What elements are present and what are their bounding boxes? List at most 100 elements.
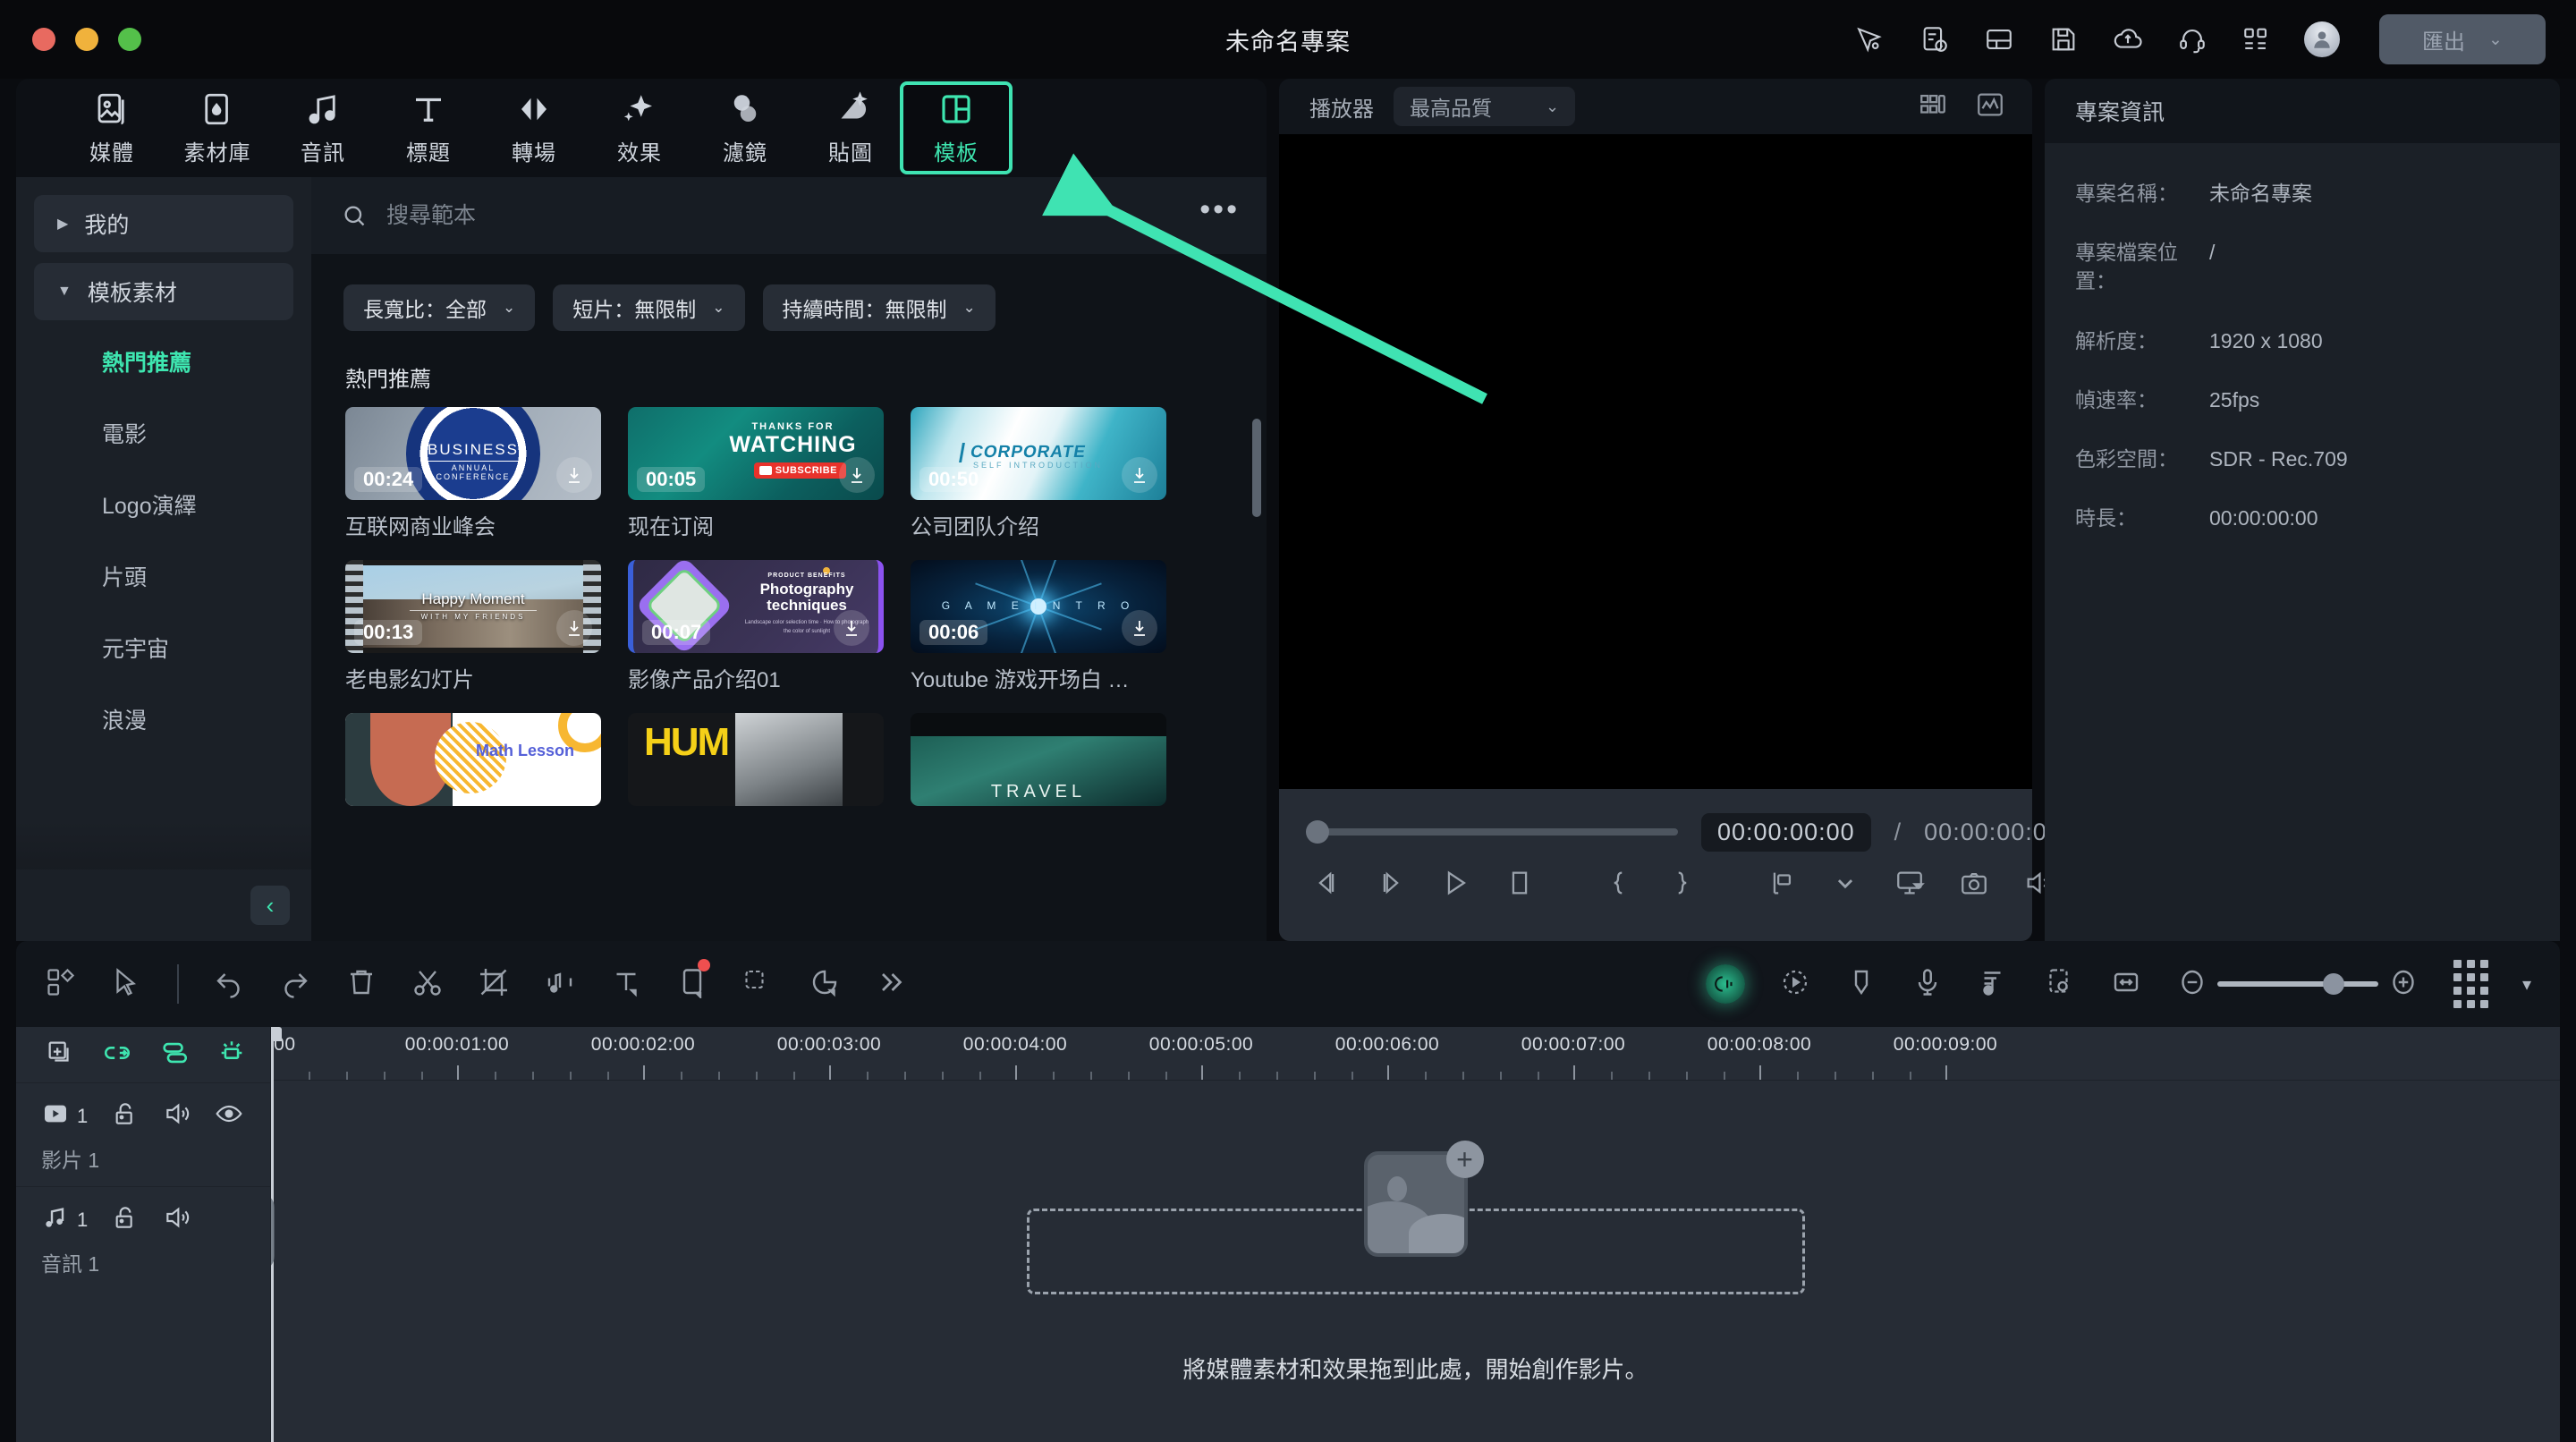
mark-out-icon[interactable] xyxy=(1667,868,1698,903)
lock-icon[interactable] xyxy=(111,1203,140,1236)
mute-icon[interactable] xyxy=(163,1203,191,1236)
download-icon[interactable] xyxy=(834,610,869,646)
keyframe-icon[interactable] xyxy=(2044,966,2076,1003)
preview-stage[interactable] xyxy=(1279,134,2032,789)
save-icon[interactable] xyxy=(2046,22,2080,56)
next-frame-icon[interactable] xyxy=(1376,868,1406,903)
chevron-down-icon[interactable]: ▾ xyxy=(2522,973,2531,996)
maximize-window-button[interactable] xyxy=(118,28,141,51)
prev-frame-icon[interactable] xyxy=(1311,868,1342,903)
playback-scrubber[interactable] xyxy=(1306,820,1678,844)
speed-icon[interactable] xyxy=(809,966,841,1003)
template-grid-icon[interactable] xyxy=(45,966,77,1003)
timeline-canvas[interactable]: 00:00 00:00:01:00 00:00:02:00 00:00:03:0… xyxy=(271,1027,2560,1442)
avatar[interactable] xyxy=(2304,21,2340,57)
zoom-slider[interactable] xyxy=(2216,973,2378,995)
layout-icon[interactable] xyxy=(1982,22,2016,56)
caret-down-icon[interactable] xyxy=(1830,868,1860,903)
sidebar-item-romance[interactable]: 浪漫 xyxy=(16,683,311,755)
current-timecode[interactable]: 00:00:00:00 xyxy=(1701,812,1871,852)
tab-title[interactable]: 標題 xyxy=(376,85,481,171)
template-card[interactable]: TRAVEL xyxy=(911,713,1166,806)
grid-view-icon[interactable] xyxy=(1918,89,1948,124)
sidebar-group-mine[interactable]: ▶ 我的 xyxy=(34,195,293,252)
tab-template[interactable]: 模板 xyxy=(900,81,1013,174)
tab-media[interactable]: 媒體 xyxy=(59,85,165,171)
ai-assistant-icon[interactable] xyxy=(1705,964,1745,1004)
zoom-slider-handle[interactable] xyxy=(2322,973,2344,995)
download-icon[interactable] xyxy=(556,457,592,493)
template-card[interactable]: Math Lesson xyxy=(345,713,601,806)
eye-icon[interactable] xyxy=(215,1099,243,1132)
split-marker-icon[interactable] xyxy=(1766,868,1796,903)
filter-duration[interactable]: 持續時間：無限制 ⌄ xyxy=(762,284,996,331)
voiceover-mic-icon[interactable] xyxy=(1911,966,1944,1003)
marker-icon[interactable] xyxy=(1845,966,1877,1003)
add-media-button[interactable]: + xyxy=(1445,1140,1484,1178)
filter-aspect-ratio[interactable]: 長寬比：全部 ⌄ xyxy=(343,284,536,331)
mask-icon[interactable] xyxy=(742,966,775,1003)
sidebar-group-templates[interactable]: ▼ 模板素材 xyxy=(34,263,293,320)
zoom-in-icon[interactable] xyxy=(2387,966,2419,1003)
timeline-dropzone[interactable]: + 將媒體素材和效果拖到此處，開始創作影片。 xyxy=(271,1081,2560,1442)
tab-sticker[interactable]: 貼圖 xyxy=(798,85,903,171)
sidebar-item-opening[interactable]: 片頭 xyxy=(16,540,311,612)
tab-filter[interactable]: 濾鏡 xyxy=(692,85,798,171)
snapshot-camera-icon[interactable] xyxy=(1959,868,1989,903)
motion-tracking-icon[interactable] xyxy=(1779,966,1811,1003)
close-window-button[interactable] xyxy=(32,28,55,51)
quality-select[interactable]: 最高品質 ⌄ xyxy=(1394,87,1576,126)
tab-effects[interactable]: 效果 xyxy=(587,85,692,171)
template-card[interactable]: CORPORATE SELF INTRODUCTION 00:50 公司团队介绍 xyxy=(911,407,1166,540)
template-card[interactable]: BUSINESS ANNUAL CONFERENCE 00:24 互联网商业峰会 xyxy=(345,407,601,540)
tab-transition[interactable]: 轉場 xyxy=(481,85,587,171)
timeline-ruler[interactable]: 00:00 00:00:01:00 00:00:02:00 00:00:03:0… xyxy=(271,1027,2560,1081)
add-track-icon[interactable] xyxy=(45,1038,75,1073)
align-icon[interactable] xyxy=(159,1038,190,1073)
fit-width-icon[interactable] xyxy=(2110,966,2142,1003)
link-icon[interactable] xyxy=(102,1038,132,1073)
chevron-left-icon[interactable]: ‹ xyxy=(250,886,290,925)
download-icon[interactable] xyxy=(1122,610,1157,646)
template-card[interactable]: HUM xyxy=(628,713,884,806)
tab-audio[interactable]: 音訊 xyxy=(270,85,376,171)
audio-wave-icon[interactable] xyxy=(1975,89,2005,124)
highlight-icon[interactable] xyxy=(216,1038,247,1073)
screen-record-icon[interactable] xyxy=(1894,868,1925,903)
notes-clock-icon[interactable] xyxy=(1918,22,1952,56)
undo-icon[interactable] xyxy=(213,966,245,1003)
sidebar-item-movie[interactable]: 電影 xyxy=(16,397,311,469)
sidebar-item-metaverse[interactable]: 元宇宙 xyxy=(16,612,311,683)
export-button[interactable]: 匯出 ⌄ xyxy=(2379,14,2546,64)
download-icon[interactable] xyxy=(556,610,592,646)
play-icon[interactable] xyxy=(1440,868,1470,903)
zoom-out-icon[interactable] xyxy=(2176,966,2208,1003)
crop-icon[interactable] xyxy=(478,966,510,1003)
audio-mix-icon[interactable] xyxy=(1978,966,2010,1003)
text-add-icon[interactable] xyxy=(610,966,642,1003)
template-card[interactable]: THANKS FOR WATCHING SUBSCRIBE 00:05 现在订阅 xyxy=(628,407,884,540)
redo-icon[interactable] xyxy=(279,966,311,1003)
audio-detach-icon[interactable] xyxy=(544,966,576,1003)
template-card[interactable]: PRODUCT BENEFITS Photography techniques … xyxy=(628,560,884,693)
headset-support-icon[interactable] xyxy=(2175,22,2209,56)
scrubber-handle[interactable] xyxy=(1306,820,1329,844)
select-pointer-icon[interactable] xyxy=(111,966,143,1003)
delete-trash-icon[interactable] xyxy=(345,966,377,1003)
tab-stock-library[interactable]: 素材庫 xyxy=(165,85,270,171)
lock-icon[interactable] xyxy=(111,1099,140,1132)
sidebar-item-logo[interactable]: Logo演繹 xyxy=(16,469,311,540)
template-card[interactable]: Happy Moment WITH MY FRIENDS 00:13 老电影幻灯片 xyxy=(345,560,601,693)
cloud-upload-icon[interactable] xyxy=(2111,22,2145,56)
template-card[interactable]: G A M E I N T R O 00:06 Youtube 游戏开场白 … xyxy=(911,560,1166,693)
split-scissors-icon[interactable] xyxy=(411,966,444,1003)
sidebar-item-popular[interactable]: 熱門推薦 xyxy=(16,326,311,397)
mark-in-icon[interactable] xyxy=(1603,868,1633,903)
download-icon[interactable] xyxy=(1122,457,1157,493)
download-icon[interactable] xyxy=(839,457,875,493)
stop-icon[interactable] xyxy=(1504,868,1535,903)
grid-scrollbar[interactable] xyxy=(1252,419,1261,517)
more-horizontal-icon[interactable]: ••• xyxy=(1199,194,1240,227)
dot-grid-icon[interactable] xyxy=(2453,960,2488,1008)
window-controls[interactable] xyxy=(0,28,141,51)
